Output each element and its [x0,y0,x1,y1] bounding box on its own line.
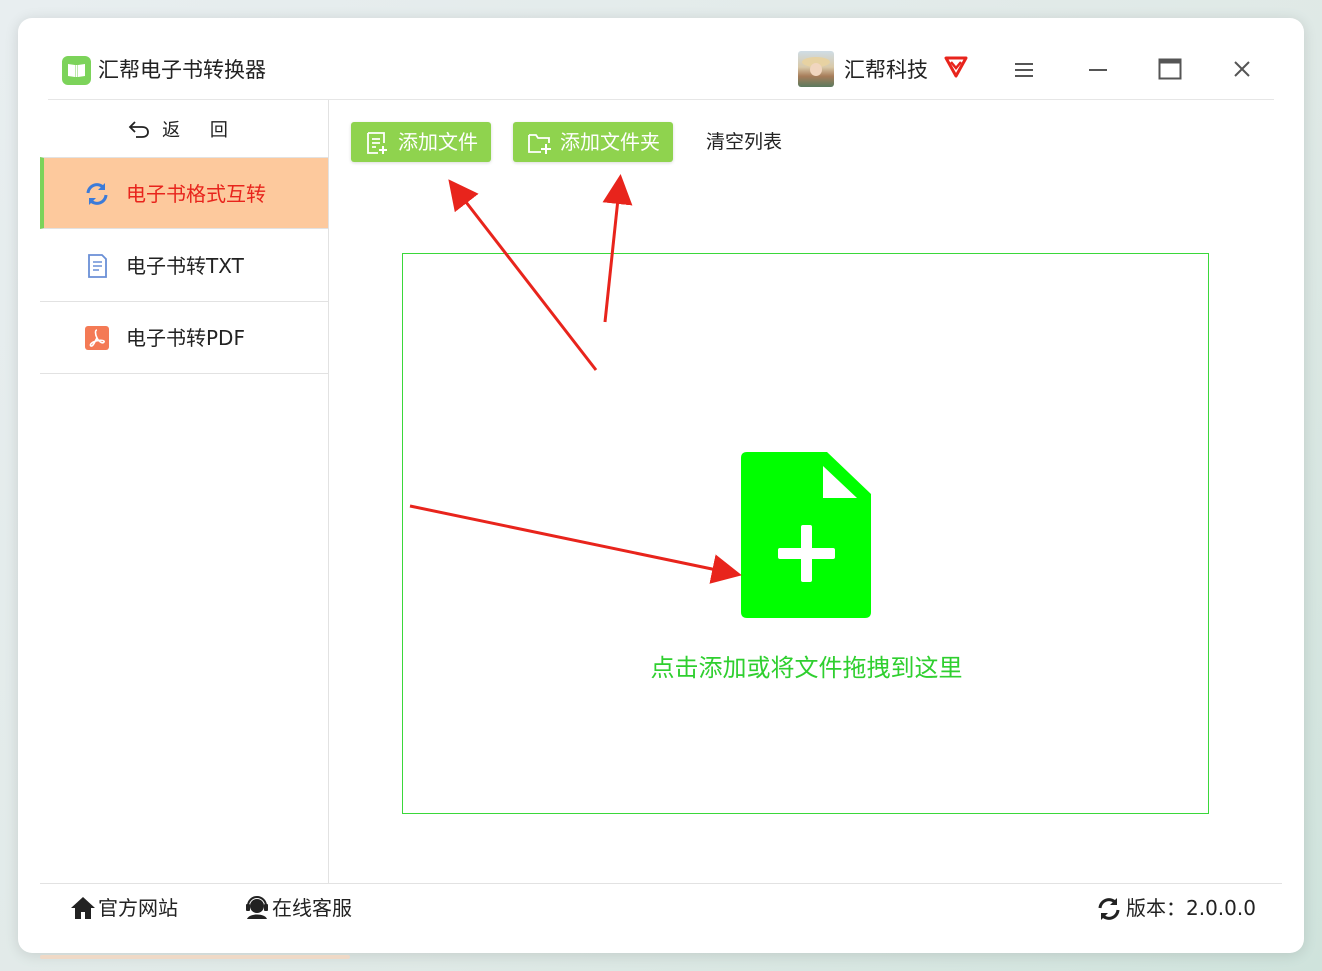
avatar[interactable] [798,51,834,87]
sidebar-item-label: 电子书转PDF [126,326,245,350]
home-icon [71,897,95,919]
sidebar-item-label: 电子书转TXT [126,254,244,278]
file-drop-zone[interactable]: 点击添加或将文件拖拽到这里 [402,253,1209,814]
online-service-label: 在线客服 [272,896,352,920]
refresh-icon [86,183,108,205]
menu-icon[interactable] [1014,62,1034,78]
sidebar-item-format-convert[interactable]: 电子书格式互转 [40,157,328,229]
txt-file-icon [88,254,107,278]
back-button[interactable]: 返 回 [40,100,328,157]
sidebar: 返 回 电子书格式互转 电子书转TXT 电子书转PDF [40,100,329,883]
footer-divider [40,883,1282,884]
close-icon[interactable] [1233,60,1251,78]
add-file-large-icon[interactable] [741,452,873,618]
sidebar-item-to-txt[interactable]: 电子书转TXT [40,230,328,302]
back-arrow-icon [128,120,150,138]
drop-hint-text: 点击添加或将文件拖拽到这里 [650,654,963,682]
official-site-label: 官方网站 [98,896,178,920]
back-label: 返 回 [162,119,240,141]
app-window: 汇帮电子书转换器 汇帮科技 返 回 电子书格式互转 电子书转TXT 电子书转PD… [18,18,1304,953]
background-strip [40,955,350,959]
customer-service-icon [246,896,268,919]
add-file-icon [367,132,387,154]
sidebar-item-to-pdf[interactable]: 电子书转PDF [40,302,328,374]
maximize-icon[interactable] [1158,58,1182,80]
title-bar: 汇帮电子书转换器 汇帮科技 [18,18,1304,100]
app-logo-icon [62,56,91,85]
refresh-icon [1098,898,1120,920]
add-folder-button[interactable]: 添加文件夹 [513,122,673,162]
version-label: 版本：2.0.0.0 [1126,896,1256,920]
pdf-icon [85,326,109,350]
clear-list-button[interactable]: 清空列表 [706,128,782,156]
username[interactable]: 汇帮科技 [844,56,928,84]
sidebar-item-label: 电子书格式互转 [126,182,266,206]
vip-diamond-icon[interactable] [942,52,970,80]
add-folder-icon [528,134,551,154]
add-file-label: 添加文件 [398,130,478,154]
add-folder-label: 添加文件夹 [560,130,660,154]
app-title: 汇帮电子书转换器 [98,58,266,82]
minimize-icon[interactable] [1088,62,1108,78]
add-file-button[interactable]: 添加文件 [351,122,491,162]
